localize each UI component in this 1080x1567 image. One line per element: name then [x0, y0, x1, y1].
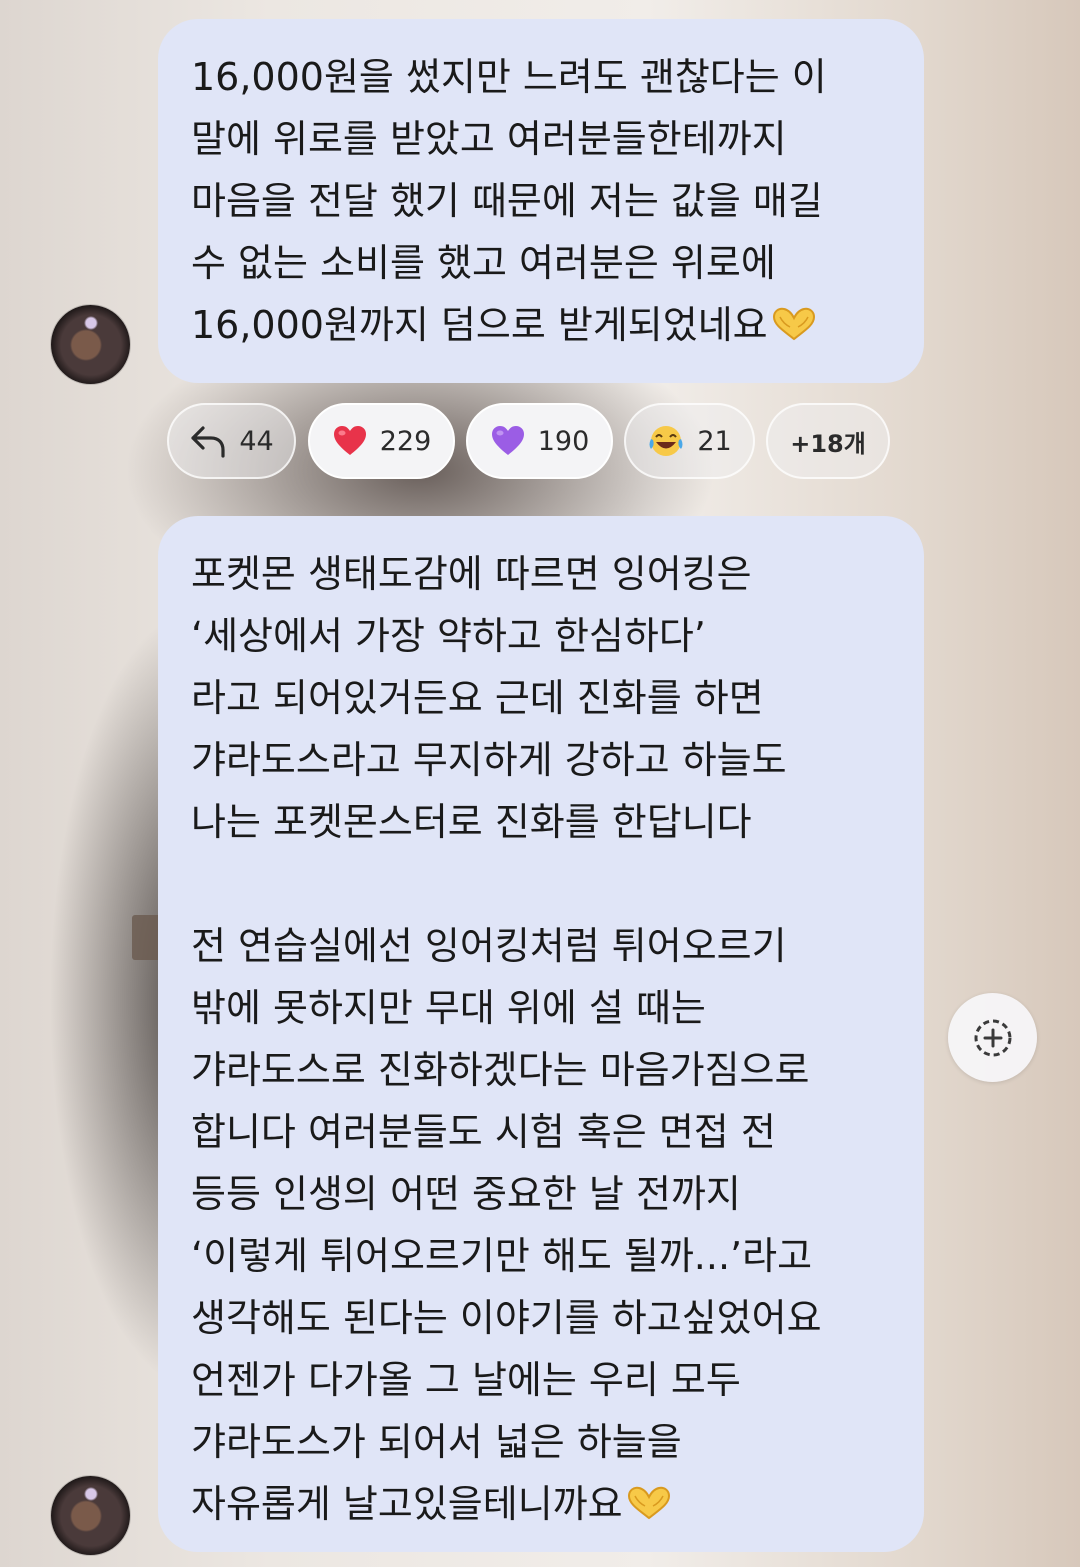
reaction-count: 190: [537, 425, 590, 457]
add-reaction-icon: [974, 1019, 1011, 1056]
red-heart-emoji: [332, 425, 368, 457]
message-line: 말에 위로를 받았고 여러분들한테까지: [191, 117, 787, 161]
message-line: 자유롭게 날고있을테니까요: [191, 1473, 894, 1535]
message-line: ‘이렇게 튀어오르기만 해도 될까...’라고: [191, 1234, 813, 1278]
reply-arrow-icon: [189, 424, 227, 458]
more-reactions-label: +18개: [790, 429, 866, 458]
message-line: 언젠가 다가올 그 날에는 우리 모두: [191, 1358, 741, 1402]
message-line: 밖에 못하지만 무대 위에 설 때는: [191, 986, 706, 1030]
message-line: ‘세상에서 가장 약하고 한심하다’: [191, 614, 706, 658]
reaction-laughing[interactable]: 21: [624, 403, 755, 479]
reaction-purple-heart[interactable]: 190: [466, 403, 613, 479]
reaction-count: 229: [379, 425, 432, 457]
message-line: 수 없는 소비를 했고 여러분은 위로에: [191, 241, 776, 285]
add-reaction-button[interactable]: [948, 993, 1037, 1082]
message-line: 포켓몬 생태도감에 따르면 잉어킹은: [191, 552, 752, 596]
message-text: 자유롭게 날고있을테니까요: [191, 1482, 623, 1526]
heart-hands-emoji: [772, 307, 815, 341]
message-line: 라고 되어있거든요 근데 진화를 하면: [191, 676, 764, 720]
more-reactions-button[interactable]: +18개: [766, 403, 890, 479]
reaction-red-heart[interactable]: 229: [308, 403, 455, 479]
purple-heart-emoji: [490, 425, 526, 457]
message-line: 생각해도 된다는 이야기를 하고싶었어요: [191, 1296, 822, 1340]
avatar[interactable]: [51, 305, 130, 384]
heart-hands-emoji: [627, 1486, 670, 1520]
reply-count: 44: [239, 425, 274, 457]
message-line: 갸라도스가 되어서 넓은 하늘을: [191, 1420, 682, 1464]
message-line: 갸라도스라고 무지하게 강하고 하늘도: [191, 738, 787, 782]
reaction-count: 21: [697, 425, 732, 457]
message-line: 등등 인생의 어떤 중요한 날 전까지: [191, 1172, 741, 1216]
message-line: [191, 853, 894, 915]
avatar[interactable]: [51, 1476, 130, 1555]
message-line: 16,000원을 썼지만 느려도 괜찮다는 이: [191, 55, 827, 99]
reply-count-button[interactable]: 44: [167, 403, 296, 479]
message-line: 갸라도스로 진화하겠다는 마음가짐으로: [191, 1048, 810, 1092]
message-line: 16,000원까지 덤으로 받게되었네요: [191, 294, 894, 356]
tears-of-joy-emoji: [647, 423, 685, 459]
message-line: 전 연습실에선 잉어킹처럼 튀어오르기: [191, 924, 787, 968]
message-line: 나는 포켓몬스터로 진화를 한답니다: [191, 800, 752, 844]
message-text: 16,000원까지 덤으로 받게되었네요: [191, 303, 768, 347]
message-bubble[interactable]: 포켓몬 생태도감에 따르면 잉어킹은 ‘세상에서 가장 약하고 한심하다’ 라고…: [158, 516, 924, 1552]
message-bubble[interactable]: 16,000원을 썼지만 느려도 괜찮다는 이 말에 위로를 받았고 여러분들한…: [158, 19, 924, 383]
message-line: 합니다 여러분들도 시험 혹은 면접 전: [191, 1110, 776, 1154]
message-line: 마음을 전달 했기 때문에 저는 값을 매길: [191, 179, 823, 223]
